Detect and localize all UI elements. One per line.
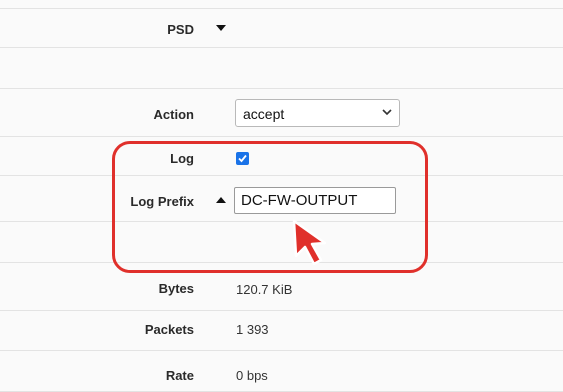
- row-log-prefix-extra: [0, 222, 563, 263]
- row-top-partial: [0, 0, 563, 9]
- bytes-label: Bytes: [158, 281, 194, 296]
- action-select[interactable]: accept: [235, 99, 400, 127]
- row-rate: [0, 351, 563, 392]
- packets-value: 1 393: [236, 322, 269, 337]
- checkmark-icon: [238, 154, 247, 163]
- action-select-value: accept: [243, 106, 285, 122]
- psd-label: PSD: [167, 22, 194, 37]
- chevron-down-icon: [382, 109, 392, 116]
- row-empty: [0, 48, 563, 89]
- rate-value: 0 bps: [236, 368, 268, 383]
- log-prefix-label: Log Prefix: [130, 194, 194, 209]
- row-log: [0, 137, 563, 176]
- log-prefix-input[interactable]: [234, 187, 396, 214]
- caret-down-icon[interactable]: [216, 25, 226, 31]
- log-label: Log: [170, 151, 194, 166]
- rate-label: Rate: [165, 368, 194, 383]
- packets-label: Packets: [144, 322, 194, 337]
- action-label: Action: [153, 107, 194, 122]
- log-checkbox[interactable]: [236, 152, 249, 165]
- row-packets: [0, 311, 563, 351]
- row-psd: [0, 9, 563, 48]
- bytes-value: 120.7 KiB: [236, 282, 293, 297]
- caret-up-icon[interactable]: [216, 197, 226, 203]
